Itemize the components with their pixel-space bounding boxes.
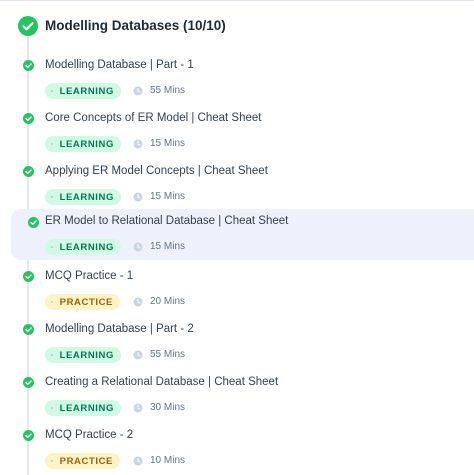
list-item[interactable]: MCQ Practice - 2 PRACTICE 10 Mins (0, 425, 474, 475)
type-badge: LEARNING (45, 239, 121, 255)
type-badge: PRACTICE (45, 453, 120, 469)
check-circle-icon (23, 324, 34, 335)
badge-label: LEARNING (59, 241, 114, 253)
clock-icon (133, 297, 143, 307)
list-item[interactable]: MCQ Practice - 1 PRACTICE 20 Mins (0, 266, 474, 317)
duration-text: 15 Mins (150, 241, 186, 252)
item-title: Modelling Database | Part - 1 (45, 59, 194, 71)
item-title: Creating a Relational Database | Cheat S… (45, 376, 279, 388)
item-title: MCQ Practice - 2 (45, 429, 134, 441)
clipboard-icon (51, 460, 53, 462)
list-item[interactable]: Core Concepts of ER Model | Cheat Sheet … (0, 108, 474, 159)
clock-icon (133, 350, 143, 360)
badge-label: LEARNING (59, 138, 114, 150)
duration-text: 15 Mins (150, 138, 186, 149)
check-circle-icon (23, 113, 34, 124)
clock-icon (133, 403, 143, 413)
badge-label: LEARNING (59, 349, 114, 361)
check-circle-icon (28, 217, 39, 228)
top-divider (0, 0, 474, 1)
item-title: Core Concepts of ER Model | Cheat Sheet (45, 112, 262, 124)
clock-icon (133, 139, 143, 149)
duration-text: 30 Mins (150, 402, 186, 413)
type-badge: LEARNING (45, 189, 121, 205)
type-badge: LEARNING (45, 347, 121, 363)
check-circle-icon (23, 271, 34, 282)
book-open-icon (51, 143, 53, 145)
badge-label: LEARNING (59, 85, 114, 97)
book-open-icon (51, 354, 53, 356)
check-circle-icon (23, 377, 34, 388)
list-item[interactable]: Applying ER Model Concepts | Cheat Sheet… (0, 161, 474, 212)
type-badge: LEARNING (45, 136, 121, 152)
duration-text: 55 Mins (150, 85, 186, 96)
badge-label: LEARNING (59, 402, 114, 414)
type-badge: LEARNING (45, 400, 121, 416)
list-item[interactable]: Modelling Database | Part - 2 LEARNING 5… (0, 319, 474, 370)
item-title: Applying ER Model Concepts | Cheat Sheet (45, 165, 268, 177)
item-title: Modelling Database | Part - 2 (45, 323, 194, 335)
book-open-icon (51, 246, 53, 248)
check-circle-icon (23, 60, 34, 71)
type-badge: LEARNING (45, 83, 121, 99)
badge-label: PRACTICE (59, 455, 113, 467)
book-open-icon (51, 90, 53, 92)
clock-icon (133, 192, 143, 202)
clock-icon (133, 456, 143, 466)
clock-icon (133, 86, 143, 96)
duration-text: 10 Mins (150, 455, 186, 466)
list-item[interactable]: Modelling Database | Part - 1 LEARNING 5… (0, 55, 474, 106)
book-open-icon (51, 407, 53, 409)
duration-text: 20 Mins (150, 296, 186, 307)
check-circle-icon (23, 430, 34, 441)
type-badge: PRACTICE (45, 294, 120, 310)
check-circle-icon (23, 166, 34, 177)
module-title: Modelling Databases (10/10) (45, 18, 226, 33)
duration-text: 15 Mins (150, 191, 186, 202)
book-open-icon (51, 196, 53, 198)
module-header[interactable]: Modelling Databases (10/10) (0, 10, 474, 42)
badge-label: LEARNING (59, 191, 114, 203)
badge-label: PRACTICE (59, 296, 113, 308)
list-item[interactable]: Creating a Relational Database | Cheat S… (0, 372, 474, 423)
item-title: MCQ Practice - 1 (45, 270, 134, 282)
item-title: ER Model to Relational Database | Cheat … (45, 215, 289, 227)
check-circle-icon (18, 16, 38, 36)
clock-icon (133, 242, 143, 252)
duration-text: 55 Mins (150, 349, 186, 360)
list-item-active[interactable]: ER Model to Relational Database | Cheat … (11, 209, 474, 260)
clipboard-icon (51, 301, 53, 303)
